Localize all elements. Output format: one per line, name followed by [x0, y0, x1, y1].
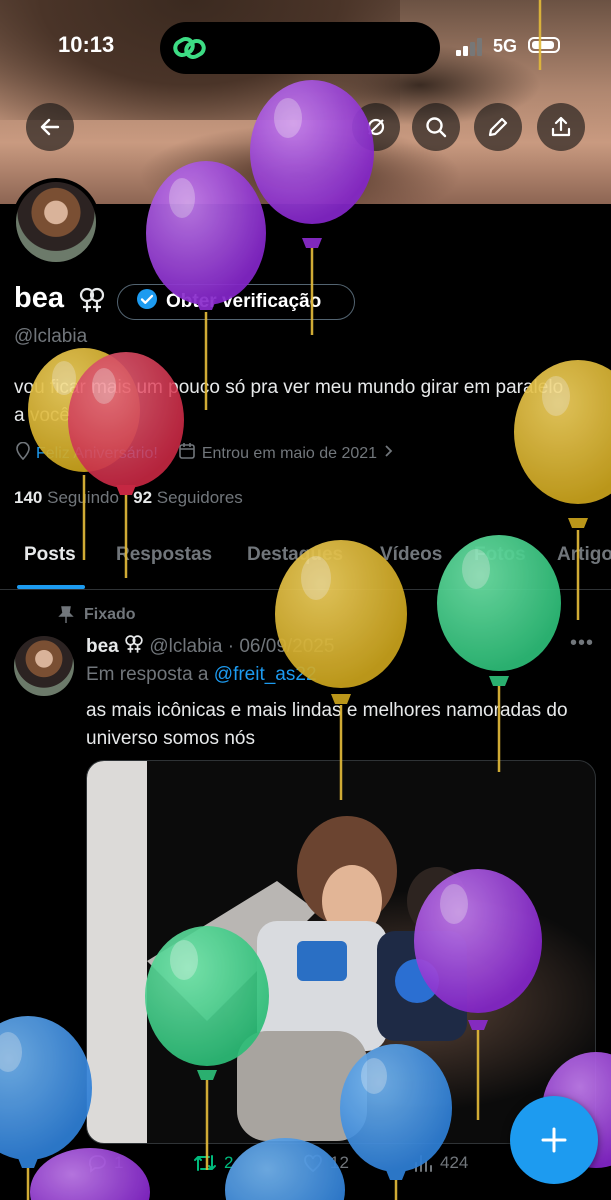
reply-prefix: Em resposta a [86, 664, 209, 685]
following-count: 140 [14, 488, 43, 507]
retweet-icon [194, 1155, 216, 1171]
back-button[interactable] [26, 103, 74, 151]
balloon [0, 1016, 92, 1200]
plus-icon [541, 1127, 567, 1153]
followers-label: Seguidores [156, 488, 243, 507]
retweet-count: 2 [224, 1153, 234, 1172]
tab-photos[interactable]: Fotos [474, 544, 526, 566]
joined-date: Entrou em maio de 2021 [201, 444, 378, 462]
verified-check-icon [136, 288, 158, 316]
profile-name: bea [14, 282, 64, 314]
like-button[interactable]: 12 [302, 1152, 349, 1174]
network-label: 5G [493, 36, 518, 56]
status-time: 10:13 [58, 32, 115, 57]
profile-bio: vou ficar mais um pouco só pra ver meu m… [14, 377, 564, 426]
edit-button[interactable] [474, 103, 522, 151]
tab-highlights[interactable]: Destaques [247, 544, 343, 566]
birthday-text[interactable]: Feliz Aniversário! [36, 445, 158, 463]
share-button[interactable] [537, 103, 585, 151]
tweet-avatar[interactable] [14, 636, 74, 696]
search-button[interactable] [412, 103, 460, 151]
tab-posts[interactable]: Posts [24, 544, 76, 566]
followers-link[interactable]: 92 Seguidores [133, 488, 243, 507]
location-icon [14, 441, 32, 465]
views-count: 424 [440, 1153, 469, 1172]
tweet-text: as mais icônicas e mais lindas e melhore… [86, 700, 568, 749]
pinned-text: Fixado [84, 606, 136, 623]
grok-button[interactable] [352, 103, 400, 151]
battery-icon [528, 37, 560, 53]
follow-stats: 140 Seguindo 92 Seguidores [14, 488, 243, 508]
tweet-photo[interactable] [86, 760, 596, 1144]
following-link[interactable]: 140 Seguindo [14, 488, 119, 507]
reply-icon [88, 1155, 106, 1173]
share-icon [551, 116, 571, 137]
reply-button[interactable]: 1 [86, 1152, 123, 1174]
tab-replies[interactable]: Respostas [116, 544, 212, 566]
tab-articles[interactable]: Artigos [557, 544, 611, 566]
pinned-label: Fixado [58, 606, 136, 624]
profile-handle: @lclabia [14, 326, 88, 347]
back-arrow-icon [40, 118, 60, 136]
profile-avatar[interactable] [12, 178, 100, 266]
compose-button[interactable] [510, 1096, 598, 1184]
get-verified-label: Obter verificação [166, 291, 322, 312]
profile-meta: Feliz Aniversário! Entrou em maio de 202… [14, 441, 395, 465]
retweet-button[interactable]: 2 [192, 1152, 233, 1174]
like-count: 12 [330, 1153, 349, 1172]
signal-icon [456, 38, 486, 61]
profile-tabs: Posts Respostas Destaques Vídeos Fotos A… [0, 533, 611, 590]
get-verified-button[interactable]: Obter verificação [117, 284, 355, 320]
more-options-icon[interactable]: ••• [570, 632, 594, 655]
status-bar: 10:13 5G [0, 22, 611, 74]
following-label: Seguindo [47, 488, 119, 507]
views-icon [415, 1155, 432, 1172]
calendar-icon [178, 442, 196, 465]
grok-icon [367, 118, 385, 136]
reply-count: 1 [114, 1153, 124, 1172]
dynamic-island [160, 22, 440, 74]
views-button[interactable]: 424 [412, 1152, 468, 1174]
link-icon [172, 33, 208, 68]
edit-icon [488, 117, 508, 137]
gender-symbol-icon [125, 635, 143, 653]
like-icon [304, 1154, 322, 1173]
gender-symbol-icon [78, 286, 106, 319]
tweet-header: bea @lclabia · 06/09/2025 [86, 634, 334, 658]
tweet-handle-date: @lclabia · 06/09/2025 [149, 636, 335, 657]
pin-icon [58, 606, 74, 623]
chevron-right-icon[interactable] [383, 444, 395, 463]
tab-videos[interactable]: Vídeos [380, 544, 442, 566]
tweet-author-name[interactable]: bea [86, 636, 119, 657]
followers-count: 92 [133, 488, 153, 507]
reply-context: Em resposta a @freit_as22 [86, 664, 317, 686]
reply-mention[interactable]: @freit_as22 [214, 664, 317, 685]
search-icon [426, 117, 447, 138]
active-tab-indicator [17, 585, 85, 589]
